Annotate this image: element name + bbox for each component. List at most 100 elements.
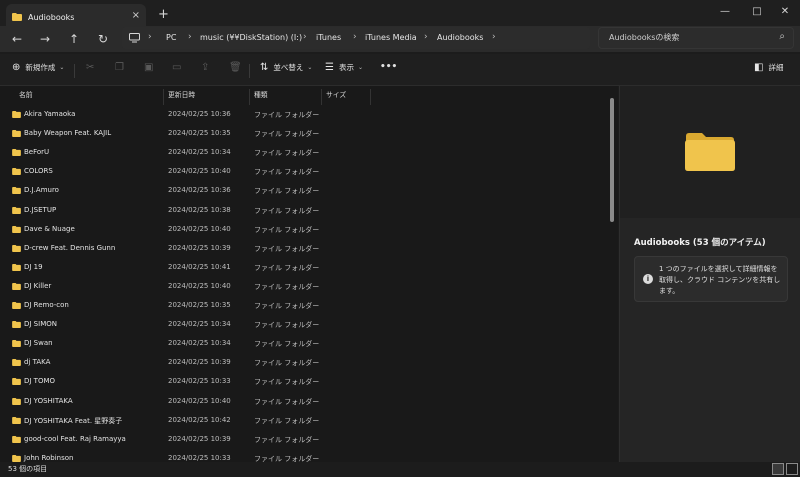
breadcrumb-itunes[interactable]: iTunes: [316, 33, 341, 42]
column-name[interactable]: 名前: [19, 89, 33, 99]
file-date: 2024/02/25 10:40: [168, 224, 231, 233]
details-pane: Audiobooks (53 個のアイテム) i 1 つのファイルを選択して詳細…: [619, 86, 800, 462]
up-button[interactable]: ↑: [65, 31, 83, 47]
file-type: ファイル フォルダー: [254, 282, 320, 291]
tab-close-icon[interactable]: ×: [132, 10, 140, 21]
vertical-scrollbar[interactable]: [610, 98, 614, 222]
rename-icon[interactable]: ▭: [172, 62, 181, 73]
close-window-button[interactable]: ✕: [770, 2, 800, 20]
file-name: DJ SIMON: [24, 320, 57, 329]
file-name: dj TAKA: [24, 358, 51, 367]
file-name: DJ Killer: [24, 281, 52, 290]
table-row[interactable]: Baby Weapon Feat. KAJIL 2024/02/25 10:35 フ…: [0, 127, 608, 146]
minimize-button[interactable]: —: [710, 2, 740, 20]
search-box[interactable]: ⌕: [598, 27, 794, 49]
file-date: 2024/02/25 10:39: [168, 243, 231, 252]
file-date: 2024/02/25 10:39: [168, 358, 231, 367]
column-size[interactable]: サイズ: [326, 89, 346, 99]
folder-icon: [12, 149, 21, 157]
column-type[interactable]: 種類: [254, 89, 268, 99]
item-count: 53 個の項目: [8, 465, 48, 473]
details-view-icon[interactable]: [772, 463, 784, 475]
table-row[interactable]: Dave & Nuage 2024/02/25 10:40 ファイル フォルダー: [0, 223, 608, 242]
forward-button[interactable]: →: [36, 31, 54, 47]
table-row[interactable]: Akira Yamaoka 2024/02/25 10:36 ファイル フォルダー: [0, 108, 608, 127]
chevron-right-icon: ›: [424, 32, 428, 42]
table-row[interactable]: D.JSETUP 2024/02/25 10:38 ファイル フォルダー: [0, 204, 608, 223]
file-date: 2024/02/25 10:41: [168, 262, 231, 271]
table-row[interactable]: DJ Killer 2024/02/25 10:40 ファイル フォルダー: [0, 280, 608, 299]
back-button[interactable]: ←: [8, 31, 26, 47]
table-row[interactable]: DJ Swan 2024/02/25 10:34 ファイル フォルダー: [0, 337, 608, 356]
folder-icon: [12, 130, 21, 138]
table-row[interactable]: D.J.Amuro 2024/02/25 10:36 ファイル フォルダー: [0, 184, 608, 203]
info-card: i 1 つのファイルを選択して詳細情報を取得し、クラウド コンテンツを共有します…: [634, 256, 788, 302]
more-options-button[interactable]: •••: [380, 62, 397, 72]
folder-icon: [12, 359, 21, 367]
chevron-right-icon[interactable]: ›: [492, 32, 496, 42]
table-row[interactable]: DJ YOSHITAKA 2024/02/25 10:40 ファイル フォルダー: [0, 395, 608, 414]
table-row[interactable]: DJ SIMON 2024/02/25 10:34 ファイル フォルダー: [0, 318, 608, 337]
tiles-view-icon[interactable]: [786, 463, 798, 475]
details-button[interactable]: ◧ 詳細: [754, 62, 783, 73]
table-row[interactable]: good-cool Feat. Raj Ramayya 2024/02/25 10…: [0, 433, 608, 452]
folder-icon: [12, 454, 21, 462]
file-date: 2024/02/25 10:42: [168, 415, 231, 424]
cut-icon[interactable]: ✂: [86, 62, 94, 73]
file-type: ファイル フォルダー: [254, 378, 320, 387]
delete-icon[interactable]: 🗑: [229, 62, 242, 73]
sort-button[interactable]: ⇅ 並べ替え ⌄: [260, 62, 312, 73]
breadcrumb-pc[interactable]: PC: [166, 33, 176, 42]
copy-icon[interactable]: ❐: [115, 62, 124, 73]
file-name: Dave & Nuage: [24, 224, 75, 233]
refresh-button[interactable]: ↻: [94, 31, 112, 47]
table-row[interactable]: John Robinson 2024/02/25 10:33 ファイル フォルダー: [0, 452, 608, 462]
table-row[interactable]: DJ Remo-con 2024/02/25 10:35 ファイル フォルダー: [0, 299, 608, 318]
breadcrumb-itunes-media[interactable]: iTunes Media: [365, 33, 417, 42]
file-type: ファイル フォルダー: [254, 397, 320, 406]
table-row[interactable]: BeForU 2024/02/25 10:34 ファイル フォルダー: [0, 146, 608, 165]
breadcrumb-music[interactable]: music (¥¥DiskStation) (I:): [200, 33, 302, 42]
search-icon[interactable]: ⌕: [779, 31, 785, 42]
address-bar[interactable]: › PC › music (¥¥DiskStation) (I:) › iTun…: [122, 27, 590, 49]
search-input[interactable]: [609, 33, 769, 42]
column-divider[interactable]: [321, 89, 322, 105]
details-title: Audiobooks (53 個のアイテム): [634, 238, 766, 248]
column-divider[interactable]: [249, 89, 250, 105]
table-row[interactable]: D-crew Feat. Dennis Gunn 2024/02/25 10:39…: [0, 242, 608, 261]
chevron-right-icon: ›: [188, 32, 192, 42]
preview-area: [620, 86, 800, 218]
table-row[interactable]: DJ TOMO 2024/02/25 10:33 ファイル フォルダー: [0, 375, 608, 394]
tab-title: Audiobooks: [28, 12, 75, 22]
details-label: 詳細: [768, 63, 784, 72]
file-name: DJ Swan: [24, 339, 53, 348]
file-type: ファイル フォルダー: [254, 206, 320, 215]
table-row[interactable]: dj TAKA 2024/02/25 10:39 ファイル フォルダー: [0, 356, 608, 375]
file-type: ファイル フォルダー: [254, 340, 320, 349]
paste-icon[interactable]: ▣: [144, 62, 153, 73]
view-button[interactable]: ☰ 表示 ⌄: [325, 62, 363, 73]
divider: [249, 64, 250, 78]
folder-icon: [12, 378, 21, 386]
folder-icon: [12, 244, 21, 252]
file-name: D-crew Feat. Dennis Gunn: [24, 243, 116, 252]
new-tab-button[interactable]: +: [158, 7, 169, 22]
file-date: 2024/02/25 10:39: [168, 434, 231, 443]
folder-icon: [12, 168, 21, 176]
share-icon[interactable]: ⇪: [201, 62, 209, 73]
table-row[interactable]: DJ 19 2024/02/25 10:41 ファイル フォルダー: [0, 261, 608, 280]
table-row[interactable]: DJ YOSHITAKA Feat. 星野奏子 2024/02/25 10:42 フ…: [0, 414, 608, 433]
file-name: John Robinson: [24, 453, 74, 462]
new-button[interactable]: ⊕ 新規作成 ⌄: [12, 62, 64, 73]
chevron-right-icon: ›: [353, 32, 357, 42]
file-date: 2024/02/25 10:35: [168, 129, 231, 138]
file-type: ファイル フォルダー: [254, 111, 320, 119]
maximize-button[interactable]: □: [742, 2, 772, 20]
table-row[interactable]: COLORS 2024/02/25 10:40 ファイル フォルダー: [0, 165, 608, 184]
column-divider[interactable]: [163, 89, 164, 105]
breadcrumb-audiobooks[interactable]: Audiobooks: [437, 33, 483, 42]
column-divider[interactable]: [370, 89, 371, 105]
monitor-icon: [129, 33, 140, 43]
folder-icon: [12, 302, 21, 309]
column-date[interactable]: 更新日時: [168, 89, 195, 99]
